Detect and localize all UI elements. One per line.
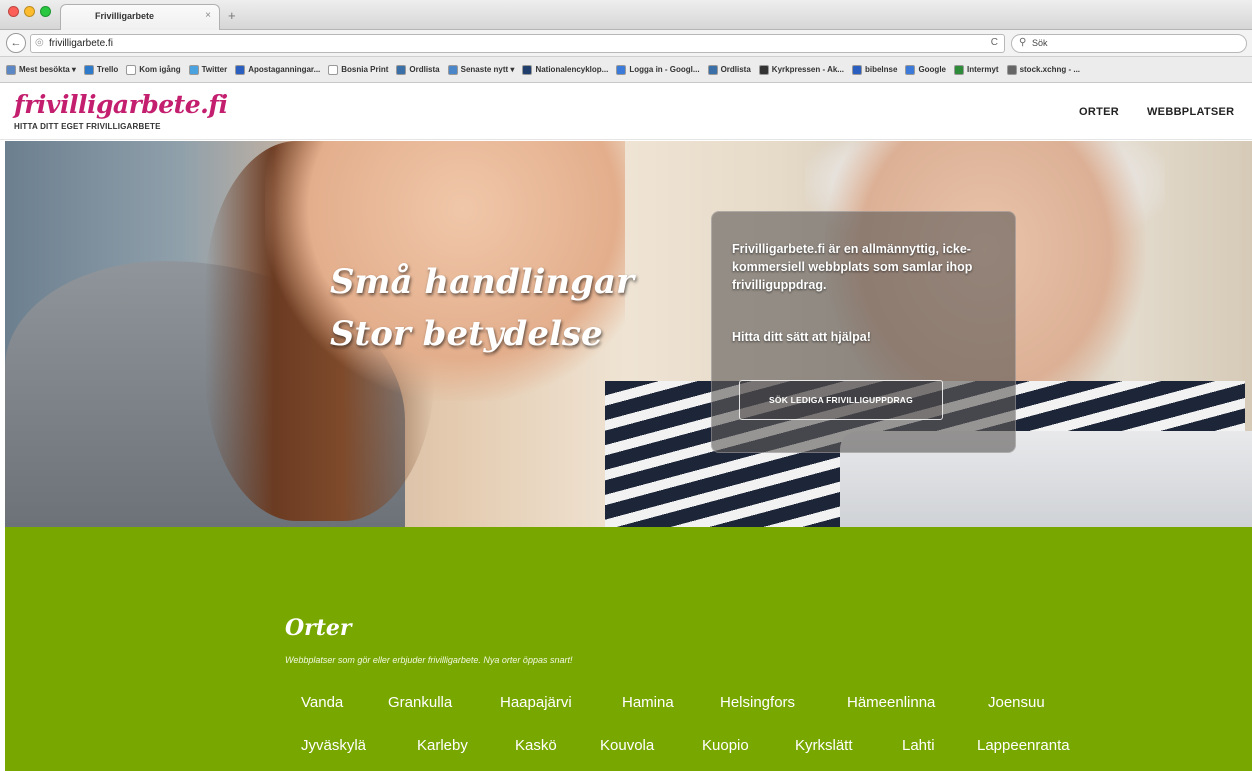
city-link[interactable]: Kyrkslätt bbox=[795, 737, 853, 754]
bookmark-label: Bosnia Print bbox=[341, 65, 389, 74]
browser-search-input[interactable]: ⚲ Sök bbox=[1011, 34, 1247, 53]
bookmark-item[interactable]: Ordlista bbox=[707, 64, 751, 75]
search-assignments-button[interactable]: SÖK LEDIGA FRIVILLIGUPPDRAG bbox=[739, 380, 943, 420]
bookmark-label: Apostaganningar... bbox=[248, 65, 321, 74]
hero-tagline-line2: Stor betydelse bbox=[330, 314, 603, 354]
bookmark-item[interactable]: Ordlista bbox=[396, 64, 440, 75]
url-text[interactable]: frivilligarbete.fi bbox=[49, 38, 113, 49]
bookmark-item[interactable]: Nationalencyklop... bbox=[522, 64, 609, 75]
city-link[interactable]: Jyväskylä bbox=[301, 737, 366, 754]
bookmark-label: Intermyt bbox=[967, 65, 999, 74]
city-link[interactable]: Vanda bbox=[301, 694, 343, 711]
browser-titlebar: Frivilligarbete × + bbox=[0, 0, 1252, 30]
bookmark-label: Ordlista bbox=[720, 65, 751, 74]
bookmark-label: stock.xchng - ... bbox=[1019, 65, 1081, 74]
bookmark-item[interactable]: Trello bbox=[83, 64, 119, 75]
bookmark-label: Nationalencyklop... bbox=[535, 65, 609, 74]
bookmark-favicon-icon bbox=[1006, 64, 1017, 75]
bookmark-label: Senaste nytt ▾ bbox=[460, 65, 515, 74]
site-header: frivilligarbete.fi HITTA DITT EGET FRIVI… bbox=[0, 84, 1252, 140]
city-link[interactable]: Grankulla bbox=[388, 694, 452, 711]
bookmark-label: Google bbox=[918, 65, 946, 74]
city-link[interactable]: Haapajärvi bbox=[500, 694, 572, 711]
bookmark-item[interactable]: Intermyt bbox=[954, 64, 999, 75]
hero-tagline: Små handlingar Stor betydelse bbox=[330, 256, 634, 360]
bookmark-item[interactable]: Twitter bbox=[188, 64, 228, 75]
city-link[interactable]: Joensuu bbox=[988, 694, 1045, 711]
hero-help-text: Hitta ditt sätt att hjälpa! bbox=[732, 330, 871, 344]
bookmark-label: Mest besökta ▾ bbox=[19, 65, 76, 74]
orter-heading: Orter bbox=[285, 615, 352, 641]
bookmark-favicon-icon bbox=[235, 64, 246, 75]
browser-navbar: ← ◎ frivilligarbete.fi C ⚲ Sök bbox=[0, 30, 1252, 57]
search-icon: ⚲ bbox=[1019, 37, 1027, 48]
url-bar[interactable]: ◎ frivilligarbete.fi C bbox=[30, 34, 1005, 53]
tab-close-icon[interactable]: × bbox=[205, 10, 211, 21]
site-logo[interactable]: frivilligarbete.fi bbox=[14, 90, 228, 119]
search-placeholder: Sök bbox=[1032, 38, 1048, 48]
orter-subtitle: Webbplatser som gör eller erbjuder frivi… bbox=[285, 655, 573, 665]
maximize-window-button[interactable] bbox=[40, 6, 51, 17]
bookmark-label: Trello bbox=[96, 65, 119, 74]
city-link[interactable]: Kouvola bbox=[600, 737, 654, 754]
back-button[interactable]: ← bbox=[6, 33, 26, 53]
bookmark-label: Twitter bbox=[201, 65, 228, 74]
bookmark-favicon-icon bbox=[758, 64, 769, 75]
city-link[interactable]: Karleby bbox=[417, 737, 468, 754]
minimize-window-button[interactable] bbox=[24, 6, 35, 17]
bookmark-item[interactable]: Mest besökta ▾ bbox=[6, 64, 76, 75]
bookmark-label: Ordlista bbox=[409, 65, 440, 74]
city-link[interactable]: Kuopio bbox=[702, 737, 749, 754]
bookmark-favicon-icon bbox=[616, 64, 627, 75]
city-link[interactable]: Kaskö bbox=[515, 737, 557, 754]
globe-icon: ◎ bbox=[35, 37, 44, 48]
bookmark-item[interactable]: Apostaganningar... bbox=[235, 64, 321, 75]
browser-tab-active[interactable]: Frivilligarbete × bbox=[60, 4, 220, 30]
hero-description: Frivilligarbete.fi är en allmännyttig, i… bbox=[732, 242, 973, 292]
close-window-button[interactable] bbox=[8, 6, 19, 17]
bookmark-item[interactable]: Bosnia Print bbox=[328, 64, 389, 75]
bookmark-favicon-icon bbox=[328, 64, 339, 75]
bookmark-favicon-icon bbox=[6, 64, 16, 75]
city-link[interactable]: Lappeenranta bbox=[977, 737, 1070, 754]
nav-orter-link[interactable]: ORTER bbox=[1079, 106, 1119, 118]
nav-webbplatser-link[interactable]: WEBBPLATSER bbox=[1147, 106, 1234, 118]
bookmark-favicon-icon bbox=[188, 64, 199, 75]
bookmark-item[interactable]: Senaste nytt ▾ bbox=[447, 64, 515, 75]
city-link[interactable]: Lahti bbox=[902, 737, 935, 754]
bookmark-label: Kom igång bbox=[139, 65, 181, 74]
bookmark-favicon-icon bbox=[707, 64, 718, 75]
orter-section: Orter Webbplatser som gör eller erbjuder… bbox=[5, 527, 1252, 771]
site-tagline: HITTA DITT EGET FRIVILLIGARBETE bbox=[14, 122, 161, 131]
city-link[interactable]: Helsingfors bbox=[720, 694, 795, 711]
bookmark-item[interactable]: Logga in - Googl... bbox=[616, 64, 700, 75]
bookmark-item[interactable]: bibelnse bbox=[851, 64, 898, 75]
bookmark-favicon-icon bbox=[954, 64, 964, 75]
bookmark-favicon-icon bbox=[83, 64, 94, 75]
bookmark-favicon-icon bbox=[447, 64, 458, 75]
bookmark-favicon-icon bbox=[396, 64, 407, 75]
bookmark-label: Kyrkpressen - Ak... bbox=[771, 65, 844, 74]
bookmark-label: Logga in - Googl... bbox=[629, 65, 700, 74]
bookmark-favicon-icon bbox=[522, 64, 533, 75]
bookmarks-bar: Mest besökta ▾ Trello Kom igång Twitter Apos… bbox=[0, 57, 1252, 83]
bookmark-favicon-icon bbox=[851, 64, 862, 75]
tab-title: Frivilligarbete bbox=[95, 11, 155, 21]
bookmark-favicon-icon bbox=[126, 64, 137, 75]
city-link[interactable]: Hamina bbox=[622, 694, 674, 711]
bookmark-item[interactable]: Google bbox=[905, 64, 946, 75]
hero-info-box: Frivilligarbete.fi är en allmännyttig, i… bbox=[711, 211, 1016, 453]
hero-tagline-line1: Små handlingar bbox=[330, 262, 634, 302]
new-tab-button[interactable]: + bbox=[228, 8, 236, 23]
bookmark-item[interactable]: Kom igång bbox=[126, 64, 181, 75]
city-link[interactable]: Hämeenlinna bbox=[847, 694, 935, 711]
bookmark-item[interactable]: Kyrkpressen - Ak... bbox=[758, 64, 844, 75]
reload-icon[interactable]: C bbox=[991, 37, 998, 48]
bookmark-label: bibelnse bbox=[864, 65, 898, 74]
bookmark-favicon-icon bbox=[905, 64, 916, 75]
bookmark-item[interactable]: stock.xchng - ... bbox=[1006, 64, 1081, 75]
hero-banner: Små handlingar Stor betydelse Frivilliga… bbox=[5, 141, 1252, 527]
